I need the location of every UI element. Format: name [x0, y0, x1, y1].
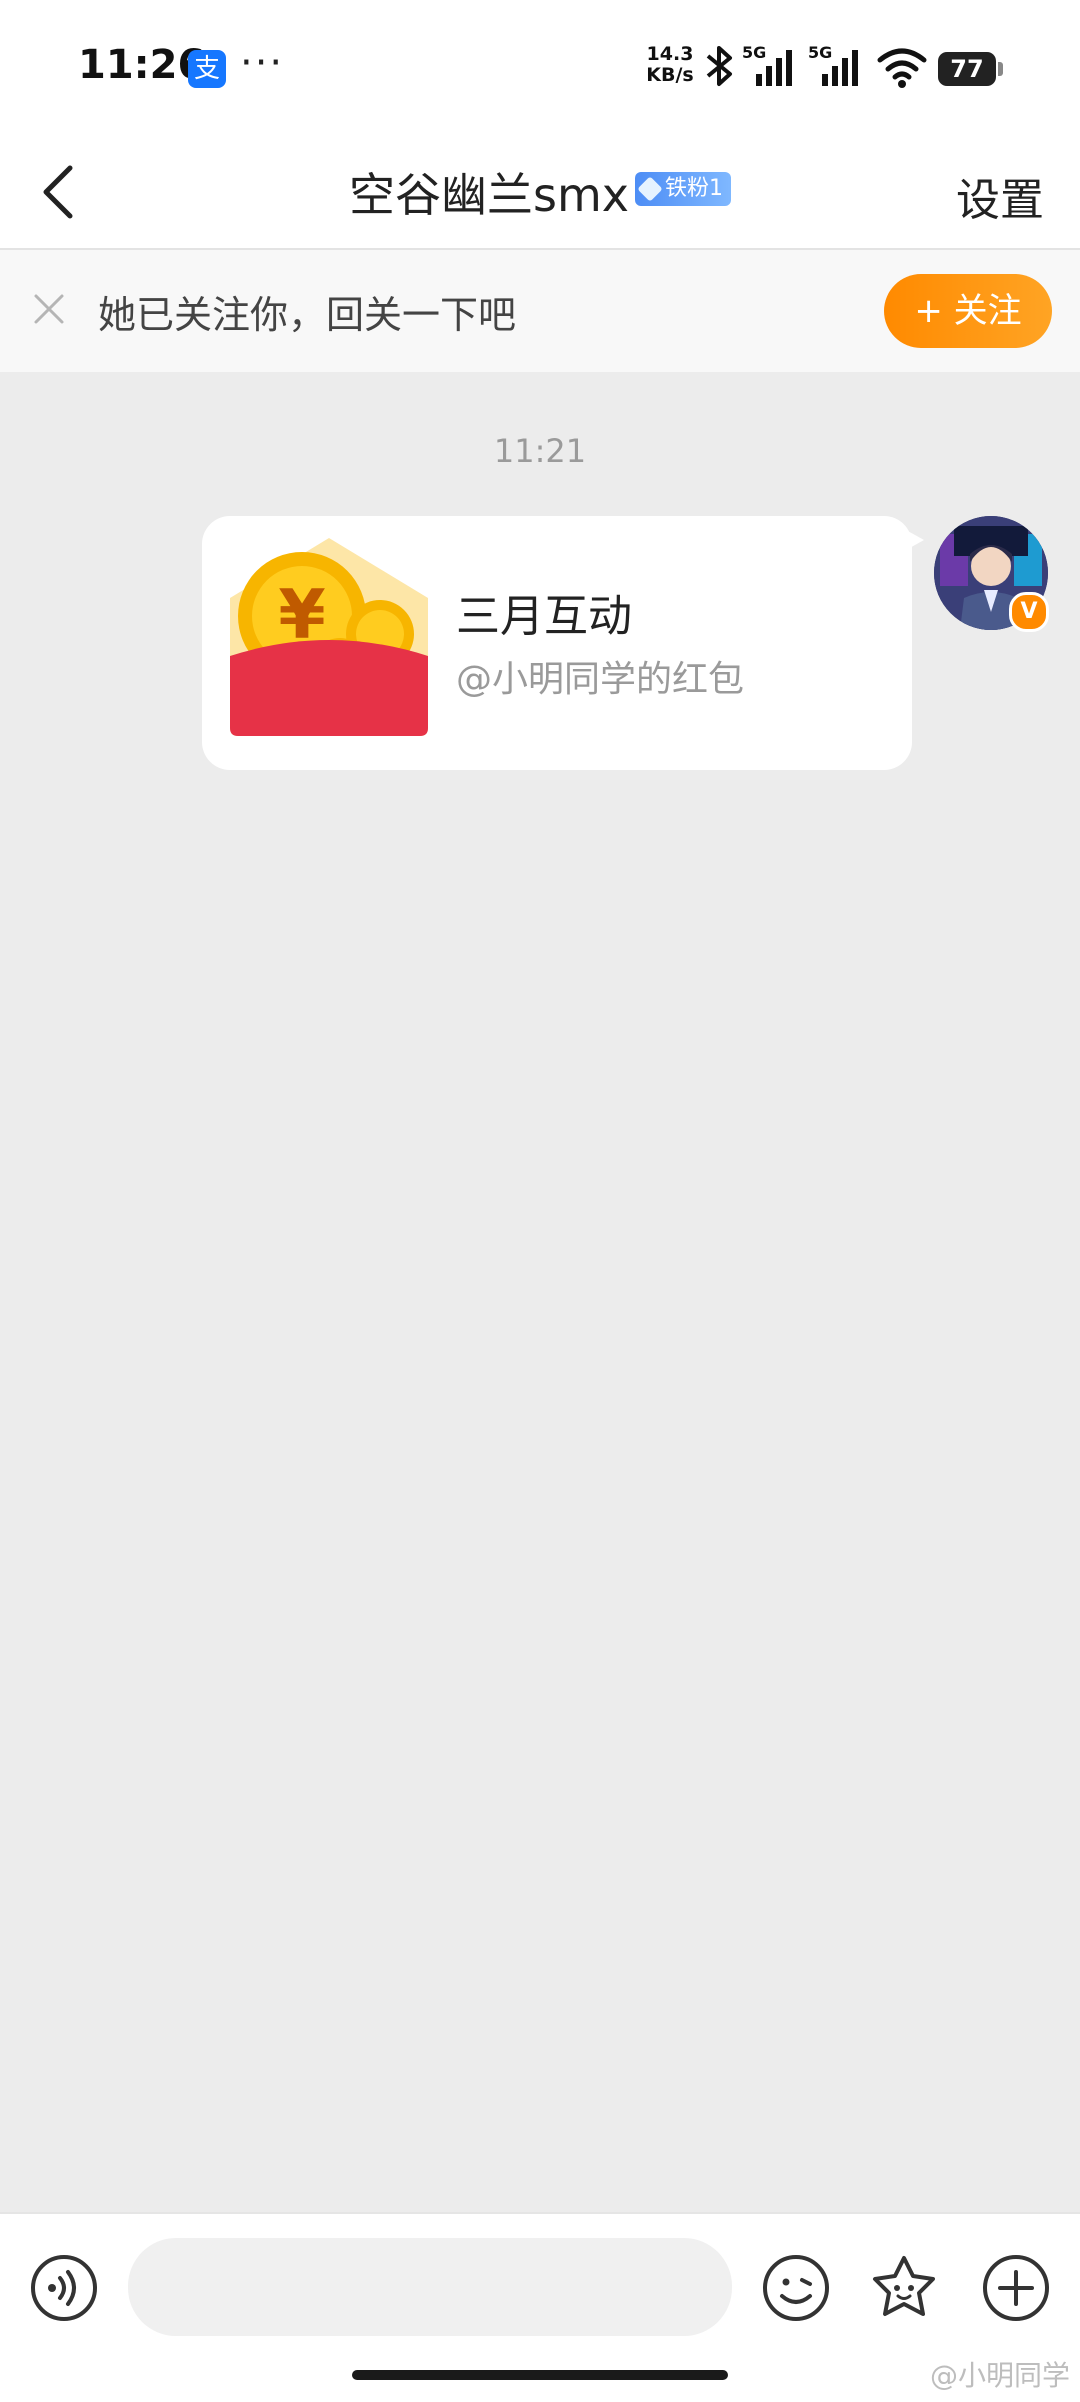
battery-indicator: 77: [938, 52, 1003, 86]
network-type-2: 5G: [808, 44, 832, 62]
cellular-signal-icon-2: 5G: [808, 44, 858, 86]
red-packet-subtitle: @小明同学的红包: [456, 659, 745, 700]
wifi-icon: [877, 48, 927, 88]
message-input[interactable]: [128, 2238, 732, 2336]
message-timestamp: 11:21: [493, 432, 587, 470]
follow-back-message: 她已关注你，回关一下吧: [98, 293, 517, 337]
network-speed-value: 14.3: [646, 43, 694, 65]
title-container: 空谷幽兰smx 铁粉1: [0, 136, 1080, 248]
red-packet-title: 三月互动: [456, 591, 632, 642]
network-type-1: 5G: [742, 44, 766, 62]
diamond-icon: [637, 176, 663, 202]
status-bar: 11:26 支 ··· 14.3 KB/s 5G 5G 77: [0, 0, 1080, 136]
red-packet-message[interactable]: ¥ 三月互动 @小明同学的红包: [202, 516, 924, 770]
alipay-icon: 支: [188, 50, 226, 88]
close-icon[interactable]: [26, 286, 72, 332]
emoji-icon[interactable]: [760, 2252, 832, 2324]
more-notifications-icon: ···: [240, 40, 285, 86]
fan-level-badge: 铁粉1: [635, 172, 731, 206]
cellular-signal-icon: 5G: [742, 44, 792, 86]
settings-button[interactable]: 设置: [956, 164, 1044, 228]
verified-badge: V: [1009, 592, 1049, 632]
network-speed: 14.3 KB/s: [644, 44, 696, 86]
follow-back-banner: 她已关注你，回关一下吧 + 关注: [0, 250, 1080, 372]
chat-header: 空谷幽兰smx 铁粉1 设置: [0, 136, 1080, 250]
status-time: 11:26: [78, 42, 206, 88]
sticker-icon[interactable]: [868, 2252, 940, 2324]
watermark: @小明同学: [929, 2359, 1070, 2392]
chat-title: 空谷幽兰smx: [349, 168, 629, 222]
voice-icon[interactable]: [28, 2252, 100, 2324]
follow-button[interactable]: + 关注: [884, 274, 1052, 348]
plus-icon[interactable]: [980, 2252, 1052, 2324]
fan-level-label: 铁粉1: [665, 176, 723, 201]
network-speed-unit: KB/s: [646, 64, 694, 86]
bluetooth-icon: [706, 46, 732, 86]
red-packet-icon: ¥: [230, 538, 428, 736]
home-indicator[interactable]: [352, 2370, 728, 2380]
